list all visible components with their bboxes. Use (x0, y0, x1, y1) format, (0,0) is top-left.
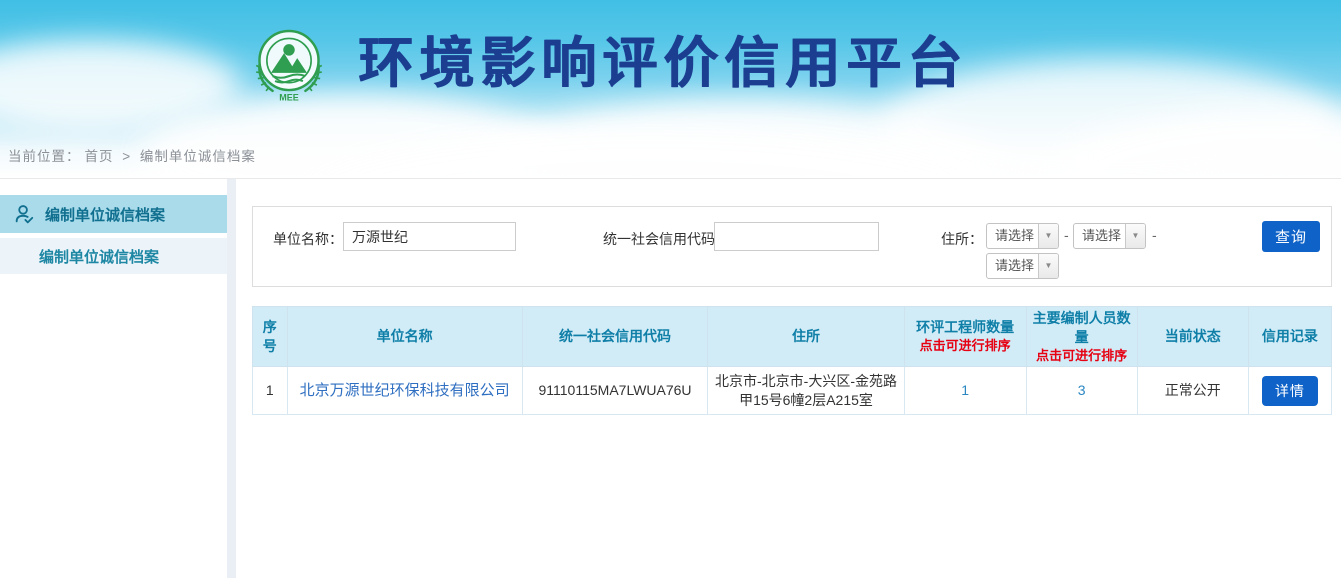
breadcrumb-prefix: 当前位置： (8, 149, 81, 164)
address-dash: - (1152, 227, 1157, 243)
breadcrumb-home-link[interactable]: 首页 (85, 149, 114, 164)
sidebar: 编制单位诚信档案 编制单位诚信档案 (0, 179, 227, 578)
sidebar-item-unit-credit-archive[interactable]: 编制单位诚信档案 (0, 195, 227, 233)
mee-logo-icon: MEE (248, 22, 330, 104)
header-company: 单位名称 (287, 307, 522, 367)
main-content: 单位名称： 统一社会信用代码： 住所： 请选择 ▼ - 请选择 ▼ - 请选择 … (236, 179, 1341, 578)
address-dash: - (1064, 227, 1069, 243)
province-select[interactable]: 请选择 ▼ (986, 223, 1059, 249)
chevron-down-icon[interactable]: ▼ (1038, 254, 1058, 278)
breadcrumb: 当前位置： 首页 > 编制单位诚信档案 (8, 145, 260, 165)
city-select[interactable]: 请选择 ▼ (1073, 223, 1146, 249)
breadcrumb-current: 编制单位诚信档案 (140, 149, 256, 164)
header-credit-record: 信用记录 (1248, 307, 1331, 367)
company-name-label: 单位名称： (273, 229, 343, 249)
city-select-value: 请选择 (1074, 224, 1125, 248)
engineer-count-link[interactable]: 1 (961, 382, 969, 398)
cell-address: 北京市-北京市-大兴区-金苑路甲15号6幢2层A215室 (708, 367, 904, 415)
sort-hint[interactable]: 点击可进行排序 (1031, 347, 1133, 365)
chevron-down-icon[interactable]: ▼ (1038, 224, 1058, 248)
staff-count-link[interactable]: 3 (1078, 382, 1086, 398)
sidebar-item-label: 编制单位诚信档案 (45, 204, 165, 225)
chevron-down-icon[interactable]: ▼ (1125, 224, 1145, 248)
header-address: 住所 (708, 307, 904, 367)
credit-code-input[interactable] (714, 222, 879, 251)
site-header: MEE 环境影响评价信用平台 当前位置： 首页 > 编制单位诚信档案 (0, 0, 1341, 178)
mee-logo-caption: MEE (279, 93, 299, 103)
header-staff-count-sortable[interactable]: 主要编制人员数量 点击可进行排序 (1026, 307, 1137, 367)
header-engineer-count-sortable[interactable]: 环评工程师数量 点击可进行排序 (904, 307, 1026, 367)
header-credit-code: 统一社会信用代码 (522, 307, 708, 367)
header-engineer-count-label: 环评工程师数量 (916, 319, 1014, 335)
header-status: 当前状态 (1137, 307, 1248, 367)
district-select[interactable]: 请选择 ▼ (986, 253, 1059, 279)
page-title: 环境影响评价信用平台 (358, 22, 968, 104)
user-check-icon (13, 203, 35, 225)
sidebar-subitem-label: 编制单位诚信档案 (39, 246, 159, 267)
district-select-value: 请选择 (987, 254, 1038, 278)
cell-credit-code: 91110115MA7LWUA76U (522, 367, 708, 415)
table-row: 1 北京万源世纪环保科技有限公司 91110115MA7LWUA76U 北京市-… (253, 367, 1332, 415)
cell-seq: 1 (253, 367, 288, 415)
province-select-value: 请选择 (987, 224, 1038, 248)
address-label: 住所： (941, 229, 983, 249)
query-button[interactable]: 查询 (1262, 221, 1320, 252)
cell-status: 正常公开 (1137, 367, 1248, 415)
header-staff-count-label: 主要编制人员数量 (1033, 310, 1131, 345)
table-header-row: 序号 单位名称 统一社会信用代码 住所 环评工程师数量 点击可进行排序 主要编制… (253, 307, 1332, 367)
breadcrumb-separator: > (122, 149, 131, 164)
search-panel: 单位名称： 统一社会信用代码： 住所： 请选择 ▼ - 请选择 ▼ - 请选择 … (252, 206, 1332, 287)
credit-code-label: 统一社会信用代码： (603, 229, 729, 249)
detail-button[interactable]: 详情 (1262, 376, 1318, 406)
company-name-link[interactable]: 北京万源世纪环保科技有限公司 (300, 382, 510, 399)
header-seq: 序号 (253, 307, 288, 367)
brand: MEE 环境影响评价信用平台 (248, 22, 968, 104)
company-name-input[interactable] (343, 222, 516, 251)
sort-hint[interactable]: 点击可进行排序 (909, 337, 1022, 355)
sidebar-divider (227, 179, 236, 578)
results-table: 序号 单位名称 统一社会信用代码 住所 环评工程师数量 点击可进行排序 主要编制… (252, 306, 1332, 415)
sidebar-subitem-unit-credit-archive[interactable]: 编制单位诚信档案 (0, 238, 227, 274)
